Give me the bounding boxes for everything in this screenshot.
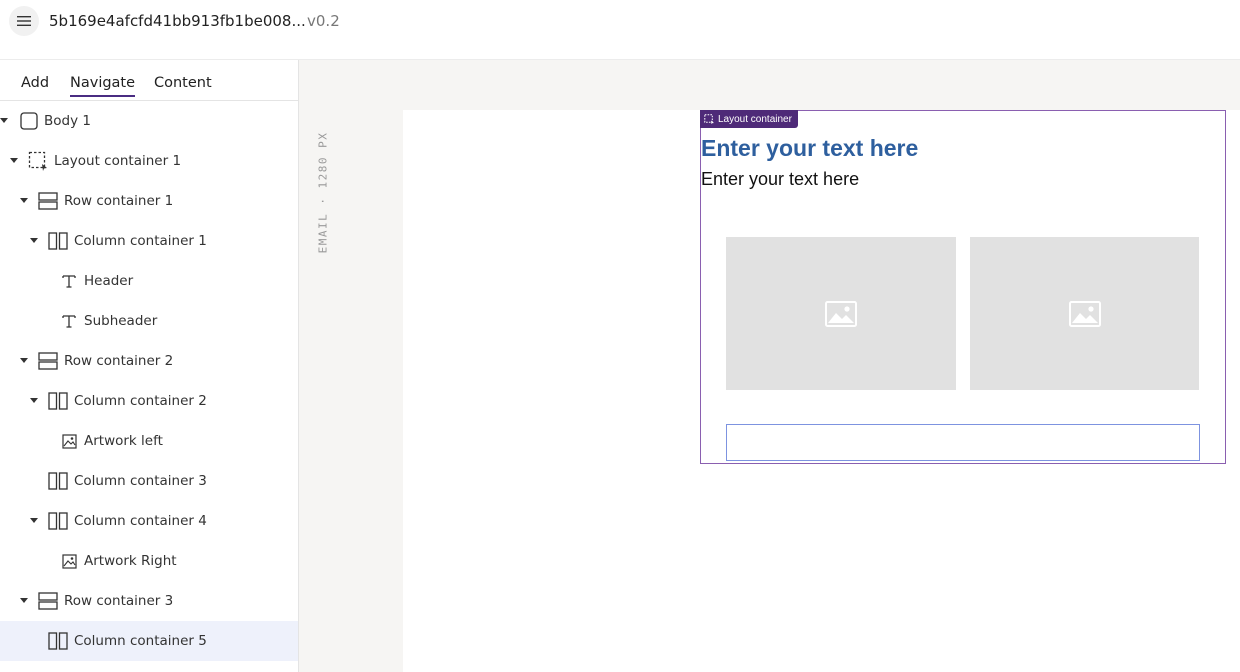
tree-item-header[interactable]: Header	[0, 261, 298, 301]
artwork-left-placeholder[interactable]	[726, 237, 956, 390]
tree-item-label: Row container 2	[64, 353, 174, 369]
tree-item-column-container-4[interactable]: Column container 4	[0, 501, 298, 541]
row-container-icon	[38, 351, 58, 371]
tree-item-row-container-3[interactable]: Row container 3	[0, 581, 298, 621]
tree-item-row-container-2[interactable]: Row container 2	[0, 341, 298, 381]
hamburger-menu-icon[interactable]	[9, 6, 39, 36]
tree-item-label: Header	[84, 273, 134, 289]
chevron-down-icon[interactable]	[30, 518, 38, 523]
sidebar-tabs: Add Navigate Content	[0, 60, 298, 101]
chevron-down-icon[interactable]	[0, 118, 8, 123]
chevron-down-icon[interactable]	[20, 198, 28, 203]
chevron-down-icon[interactable]	[10, 158, 18, 163]
layout-container-icon	[704, 114, 714, 124]
artwork-right-placeholder[interactable]	[970, 237, 1199, 390]
tree-item-label: Artwork Right	[84, 553, 177, 569]
row-container-icon	[38, 191, 58, 211]
tree-item-label: Column container 2	[74, 393, 207, 409]
tree-item-layout-container-1[interactable]: Layout container 1	[0, 141, 298, 181]
email-header-text[interactable]: Enter your text here	[701, 135, 918, 162]
column-container-icon	[48, 631, 68, 651]
tree-item-column-container-5[interactable]: Column container 5	[0, 621, 298, 661]
tab-add[interactable]: Add	[21, 75, 49, 95]
row-container-icon	[38, 591, 58, 611]
layout-container-icon	[28, 151, 48, 171]
chevron-down-icon[interactable]	[30, 238, 38, 243]
column-container-5-selected[interactable]	[726, 424, 1200, 461]
chevron-down-icon[interactable]	[20, 598, 28, 603]
tree-item-label: Column container 4	[74, 513, 207, 529]
text-icon	[59, 271, 79, 291]
tree-item-label: Body 1	[44, 113, 91, 129]
top-bar: 5b169e4afcfd41bb913fb1be008... v0.2	[0, 0, 1240, 60]
tree-item-artwork-right[interactable]: Artwork Right	[0, 541, 298, 581]
tree-item-label: Row container 1	[64, 193, 174, 209]
layout-container-tag-label: Layout container	[718, 113, 792, 125]
tree-item-label: Artwork left	[84, 433, 163, 449]
tree-item-label: Layout container 1	[54, 153, 182, 169]
image-placeholder-icon	[825, 300, 857, 327]
document-title[interactable]: 5b169e4afcfd41bb913fb1be008...	[49, 12, 306, 30]
text-icon	[59, 311, 79, 331]
tab-content[interactable]: Content	[154, 75, 212, 95]
column-container-icon	[48, 231, 68, 251]
image-placeholder-icon	[1068, 300, 1101, 327]
tree-item-label: Column container 5	[74, 633, 207, 649]
column-container-icon	[48, 391, 68, 411]
viewport-label: EMAIL · 1280 PX	[316, 132, 330, 256]
tree-item-label: Column container 1	[74, 233, 207, 249]
tree-item-artwork-left[interactable]: Artwork left	[0, 421, 298, 461]
chevron-down-icon[interactable]	[30, 398, 38, 403]
tree-item-label: Column container 3	[74, 473, 207, 489]
tree-item-column-container-3[interactable]: Column container 3	[0, 461, 298, 501]
tab-navigate[interactable]: Navigate	[70, 75, 136, 97]
viewport-label-text: EMAIL · 1280 PX	[316, 131, 330, 254]
email-subheader-text[interactable]: Enter your text here	[701, 169, 859, 190]
tree-item-subheader[interactable]: Subheader	[0, 301, 298, 341]
tree-item-label: Row container 3	[64, 593, 174, 609]
image-icon	[59, 431, 79, 451]
document-version: v0.2	[307, 12, 340, 30]
column-container-icon	[48, 511, 68, 531]
layout-container-tag[interactable]: Layout container	[700, 110, 798, 128]
tree-item-column-container-1[interactable]: Column container 1	[0, 221, 298, 261]
chevron-down-icon[interactable]	[20, 358, 28, 363]
sidebar: Add Navigate Content Body 1 Layout conta…	[0, 60, 299, 672]
tree-item-body-1[interactable]: Body 1	[0, 101, 298, 141]
tree-item-label: Subheader	[84, 313, 158, 329]
image-icon	[59, 551, 79, 571]
body-square-icon	[19, 111, 39, 131]
tree-item-row-container-1[interactable]: Row container 1	[0, 181, 298, 221]
tree-item-column-container-2[interactable]: Column container 2	[0, 381, 298, 421]
column-container-icon	[48, 471, 68, 491]
